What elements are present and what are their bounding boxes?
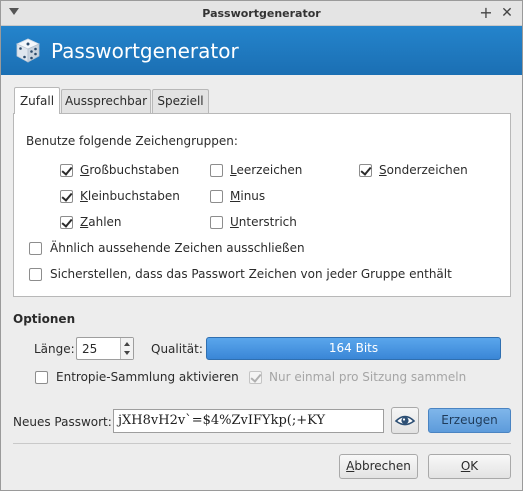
uppercase-label: Großbuchstaben	[80, 163, 180, 177]
tab-speziell[interactable]: Speziell	[152, 89, 209, 114]
lowercase-label: Kleinbuchstaben	[80, 189, 180, 203]
tab-aussprechbar[interactable]: Aussprechbar	[61, 89, 151, 114]
exclude-lookalike-checkbox[interactable]	[29, 242, 42, 255]
digits-label: Zahlen	[80, 215, 122, 229]
close-icon[interactable]: ✕	[499, 5, 515, 21]
toggle-visibility-button[interactable]	[391, 407, 419, 434]
length-label: Länge:	[34, 342, 75, 356]
exclude-lookalike-label: Ähnlich aussehende Zeichen ausschließen	[50, 241, 305, 255]
special-label: Sonderzeichen	[379, 163, 468, 177]
new-password-label: Neues Passwort:	[13, 415, 112, 429]
minus-checkbox[interactable]	[210, 190, 223, 203]
length-spinbox[interactable]: 25	[76, 337, 134, 360]
titlebar: Passwortgenerator + ✕	[1, 1, 522, 26]
entropy-label: Entropie-Sammlung aktivieren	[56, 370, 239, 384]
eye-icon	[394, 415, 416, 426]
cancel-button[interactable]: Abbrechen	[339, 454, 418, 479]
minus-label: Minus	[230, 189, 266, 203]
once-per-session-checkbox[interactable]	[249, 371, 262, 384]
banner-title: Passwortgenerator	[51, 39, 239, 63]
space-label: Leerzeichen	[230, 163, 303, 177]
special-checkbox[interactable]	[359, 164, 372, 177]
maximize-icon[interactable]: +	[478, 5, 494, 21]
stepper-up-icon[interactable]	[124, 342, 130, 346]
password-field[interactable]: jXH8vH2v`=$4%ZvIFYkp(;+KY	[113, 409, 384, 433]
options-title: Optionen	[13, 312, 76, 326]
character-groups-label: Benutze folgende Zeichengruppen:	[26, 134, 238, 148]
ok-button[interactable]: OK	[428, 454, 511, 479]
entropy-checkbox[interactable]	[35, 371, 48, 384]
underscore-label: Unterstrich	[230, 215, 297, 229]
dice-icon	[16, 38, 40, 63]
digits-checkbox[interactable]	[60, 216, 73, 229]
every-group-checkbox[interactable]	[29, 268, 42, 281]
uppercase-label-rest: roßbuchstaben	[89, 163, 180, 177]
length-value: 25	[82, 342, 98, 356]
window-title: Passwortgenerator	[202, 7, 321, 20]
every-group-label: Sicherstellen, dass das Passwort Zeichen…	[50, 267, 452, 281]
once-per-session-label: Nur einmal pro Sitzung sammeln	[269, 370, 467, 384]
space-checkbox[interactable]	[210, 164, 223, 177]
password-generator-window: Passwortgenerator + ✕ Passwortgenerator …	[0, 0, 523, 491]
lowercase-checkbox[interactable]	[60, 190, 73, 203]
uppercase-checkbox[interactable]	[60, 164, 73, 177]
header-banner: Passwortgenerator	[1, 26, 522, 75]
stepper-down-icon[interactable]	[124, 351, 130, 355]
length-stepper[interactable]	[120, 338, 133, 359]
footer-separator	[13, 443, 511, 444]
generate-button[interactable]: Erzeugen	[428, 408, 511, 433]
underscore-checkbox[interactable]	[210, 216, 223, 229]
quality-label: Qualität:	[151, 342, 203, 356]
tab-zufall[interactable]: Zufall	[14, 87, 60, 114]
quality-bar: 164 Bits	[206, 337, 501, 360]
